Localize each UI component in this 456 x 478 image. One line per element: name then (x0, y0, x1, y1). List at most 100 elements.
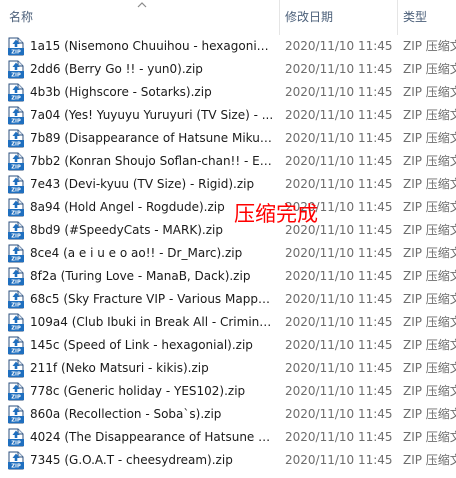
svg-text:ZIP: ZIP (11, 372, 21, 378)
file-date: 2020/11/10 11:45 (285, 39, 393, 53)
file-type: ZIP 压缩文 (403, 85, 456, 99)
svg-text:ZIP: ZIP (11, 418, 21, 424)
file-type: ZIP 压缩文 (403, 361, 456, 375)
file-name[interactable]: 7b89 (Disappearance of Hatsune Miku -... (30, 127, 275, 150)
zip-archive-icon: ZIP (7, 60, 25, 79)
file-name[interactable]: 109a4 (Club Ibuki in Break All - Crimina… (30, 311, 275, 334)
file-date: 2020/11/10 11:45 (285, 315, 393, 329)
zip-archive-icon: ZIP (7, 106, 25, 125)
file-type: ZIP 压缩文 (403, 338, 456, 352)
file-date: 2020/11/10 11:45 (285, 246, 393, 260)
zip-archive-icon: ZIP (7, 83, 25, 102)
file-name[interactable]: 2dd6 (Berry Go !! - yun0).zip (30, 58, 275, 81)
svg-text:ZIP: ZIP (11, 257, 21, 263)
column-divider[interactable] (397, 0, 398, 35)
zip-archive-icon: ZIP (7, 359, 25, 378)
file-row[interactable]: ZIP 145c (Speed of Link - hexagonial).zip… (0, 334, 456, 357)
zip-archive-icon: ZIP (7, 175, 25, 194)
file-date: 2020/11/10 11:45 (285, 269, 393, 283)
file-row[interactable]: ZIP 68c5 (Sky Fracture VIP - Various Mapp… (0, 288, 456, 311)
file-name[interactable]: 860a (Recollection - Soba`s).zip (30, 403, 275, 426)
file-date: 2020/11/10 11:45 (285, 154, 393, 168)
zip-archive-icon: ZIP (7, 382, 25, 401)
file-name[interactable]: 8f2a (Turing Love - ManaB, Dack).zip (30, 265, 275, 288)
file-date: 2020/11/10 11:45 (285, 338, 393, 352)
file-row[interactable]: ZIP 8f2a (Turing Love - ManaB, Dack).zip 2… (0, 265, 456, 288)
svg-text:ZIP: ZIP (11, 211, 21, 217)
file-type: ZIP 压缩文 (403, 292, 456, 306)
file-row[interactable]: ZIP 7bb2 (Konran Shoujo Soflan-chan!! - E… (0, 150, 456, 173)
file-row[interactable]: ZIP 2dd6 (Berry Go !! - yun0).zip 2020/11/… (0, 58, 456, 81)
file-name[interactable]: 1a15 (Nisemono Chuuihou - hexagonial... (30, 35, 275, 58)
file-date: 2020/11/10 11:45 (285, 62, 393, 76)
file-row[interactable]: ZIP 1a15 (Nisemono Chuuihou - hexagonial.… (0, 35, 456, 58)
file-type: ZIP 压缩文 (403, 177, 456, 191)
svg-text:ZIP: ZIP (11, 50, 21, 56)
file-date: 2020/11/10 11:45 (285, 407, 393, 421)
column-header-bar: 名称 修改日期 类型 (0, 0, 456, 35)
file-type: ZIP 压缩文 (403, 154, 456, 168)
file-type: ZIP 压缩文 (403, 407, 456, 421)
file-type: ZIP 压缩文 (403, 453, 456, 467)
svg-text:ZIP: ZIP (11, 303, 21, 309)
zip-archive-icon: ZIP (7, 313, 25, 332)
zip-archive-icon: ZIP (7, 152, 25, 171)
file-row[interactable]: ZIP 8a94 (Hold Angel - Rogdude).zip 2020/1… (0, 196, 456, 219)
file-type: ZIP 压缩文 (403, 223, 456, 237)
file-type: ZIP 压缩文 (403, 62, 456, 76)
chevron-up-icon[interactable] (137, 1, 147, 8)
file-name[interactable]: 211f (Neko Matsuri - kikis).zip (30, 357, 275, 380)
file-row[interactable]: ZIP 4b3b (Highscore - Sotarks).zip 2020/11… (0, 81, 456, 104)
compress-complete-label: 压缩完成 (234, 202, 318, 226)
file-type: ZIP 压缩文 (403, 200, 456, 214)
file-name[interactable]: 8ce4 (a e i u e o ao!! - Dr_Marc).zip (30, 242, 275, 265)
zip-archive-icon: ZIP (7, 244, 25, 263)
file-type: ZIP 压缩文 (403, 384, 456, 398)
file-row[interactable]: ZIP 8ce4 (a e i u e o ao!! - Dr_Marc).zip… (0, 242, 456, 265)
file-row[interactable]: ZIP 109a4 (Club Ibuki in Break All - Crim… (0, 311, 456, 334)
file-name[interactable]: 778c (Generic holiday - YES102).zip (30, 380, 275, 403)
zip-archive-icon: ZIP (7, 267, 25, 286)
zip-archive-icon: ZIP (7, 37, 25, 56)
file-row[interactable]: ZIP 7a04 (Yes! Yuyuyu Yuruyuri (TV Size) … (0, 104, 456, 127)
file-date: 2020/11/10 11:45 (285, 131, 393, 145)
zip-archive-icon: ZIP (7, 198, 25, 217)
file-name[interactable]: 7e43 (Devi-kyuu (TV Size) - Rigid).zip (30, 173, 275, 196)
zip-archive-icon: ZIP (7, 451, 25, 470)
file-name[interactable]: 68c5 (Sky Fracture VIP - Various Mappe..… (30, 288, 275, 311)
file-name[interactable]: 7bb2 (Konran Shoujo Soflan-chan!! - Ek..… (30, 150, 275, 173)
file-date: 2020/11/10 11:45 (285, 361, 393, 375)
file-row[interactable]: ZIP 7e43 (Devi-kyuu (TV Size) - Rigid).zi… (0, 173, 456, 196)
svg-text:ZIP: ZIP (11, 349, 21, 355)
file-type: ZIP 压缩文 (403, 131, 456, 145)
file-row[interactable]: ZIP 860a (Recollection - Soba`s).zip 2020/… (0, 403, 456, 426)
file-row[interactable]: ZIP 7b89 (Disappearance of Hatsune Miku -… (0, 127, 456, 150)
file-type: ZIP 压缩文 (403, 39, 456, 53)
file-name[interactable]: 4b3b (Highscore - Sotarks).zip (30, 81, 275, 104)
file-date: 2020/11/10 11:45 (285, 292, 393, 306)
column-header-type[interactable]: 类型 (403, 0, 456, 35)
file-date: 2020/11/10 11:45 (285, 177, 393, 191)
file-row[interactable]: ZIP 778c (Generic holiday - YES102).zip 20… (0, 380, 456, 403)
svg-text:ZIP: ZIP (11, 441, 21, 447)
zip-archive-icon: ZIP (7, 290, 25, 309)
zip-archive-icon: ZIP (7, 221, 25, 240)
file-name[interactable]: 145c (Speed of Link - hexagonial).zip (30, 334, 275, 357)
file-type: ZIP 压缩文 (403, 315, 456, 329)
file-type: ZIP 压缩文 (403, 269, 456, 283)
svg-text:ZIP: ZIP (11, 96, 21, 102)
file-row[interactable]: ZIP 7345 (G.O.A.T - cheesydream).zip 2020/… (0, 449, 456, 472)
file-name[interactable]: 7a04 (Yes! Yuyuyu Yuruyuri (TV Size) - .… (30, 104, 275, 127)
column-header-date[interactable]: 修改日期 (285, 0, 395, 35)
file-date: 2020/11/10 11:45 (285, 453, 393, 467)
svg-text:ZIP: ZIP (11, 142, 21, 148)
column-divider[interactable] (279, 0, 280, 35)
zip-archive-icon: ZIP (7, 129, 25, 148)
file-date: 2020/11/10 11:45 (285, 384, 393, 398)
file-name[interactable]: 7345 (G.O.A.T - cheesydream).zip (30, 449, 275, 472)
file-date: 2020/11/10 11:45 (285, 108, 393, 122)
svg-text:ZIP: ZIP (11, 165, 21, 171)
file-row[interactable]: ZIP 211f (Neko Matsuri - kikis).zip 2020/1… (0, 357, 456, 380)
svg-text:ZIP: ZIP (11, 464, 21, 470)
file-row[interactable]: ZIP 8bd9 (#SpeedyCats - MARK).zip 2020/11/… (0, 219, 456, 242)
